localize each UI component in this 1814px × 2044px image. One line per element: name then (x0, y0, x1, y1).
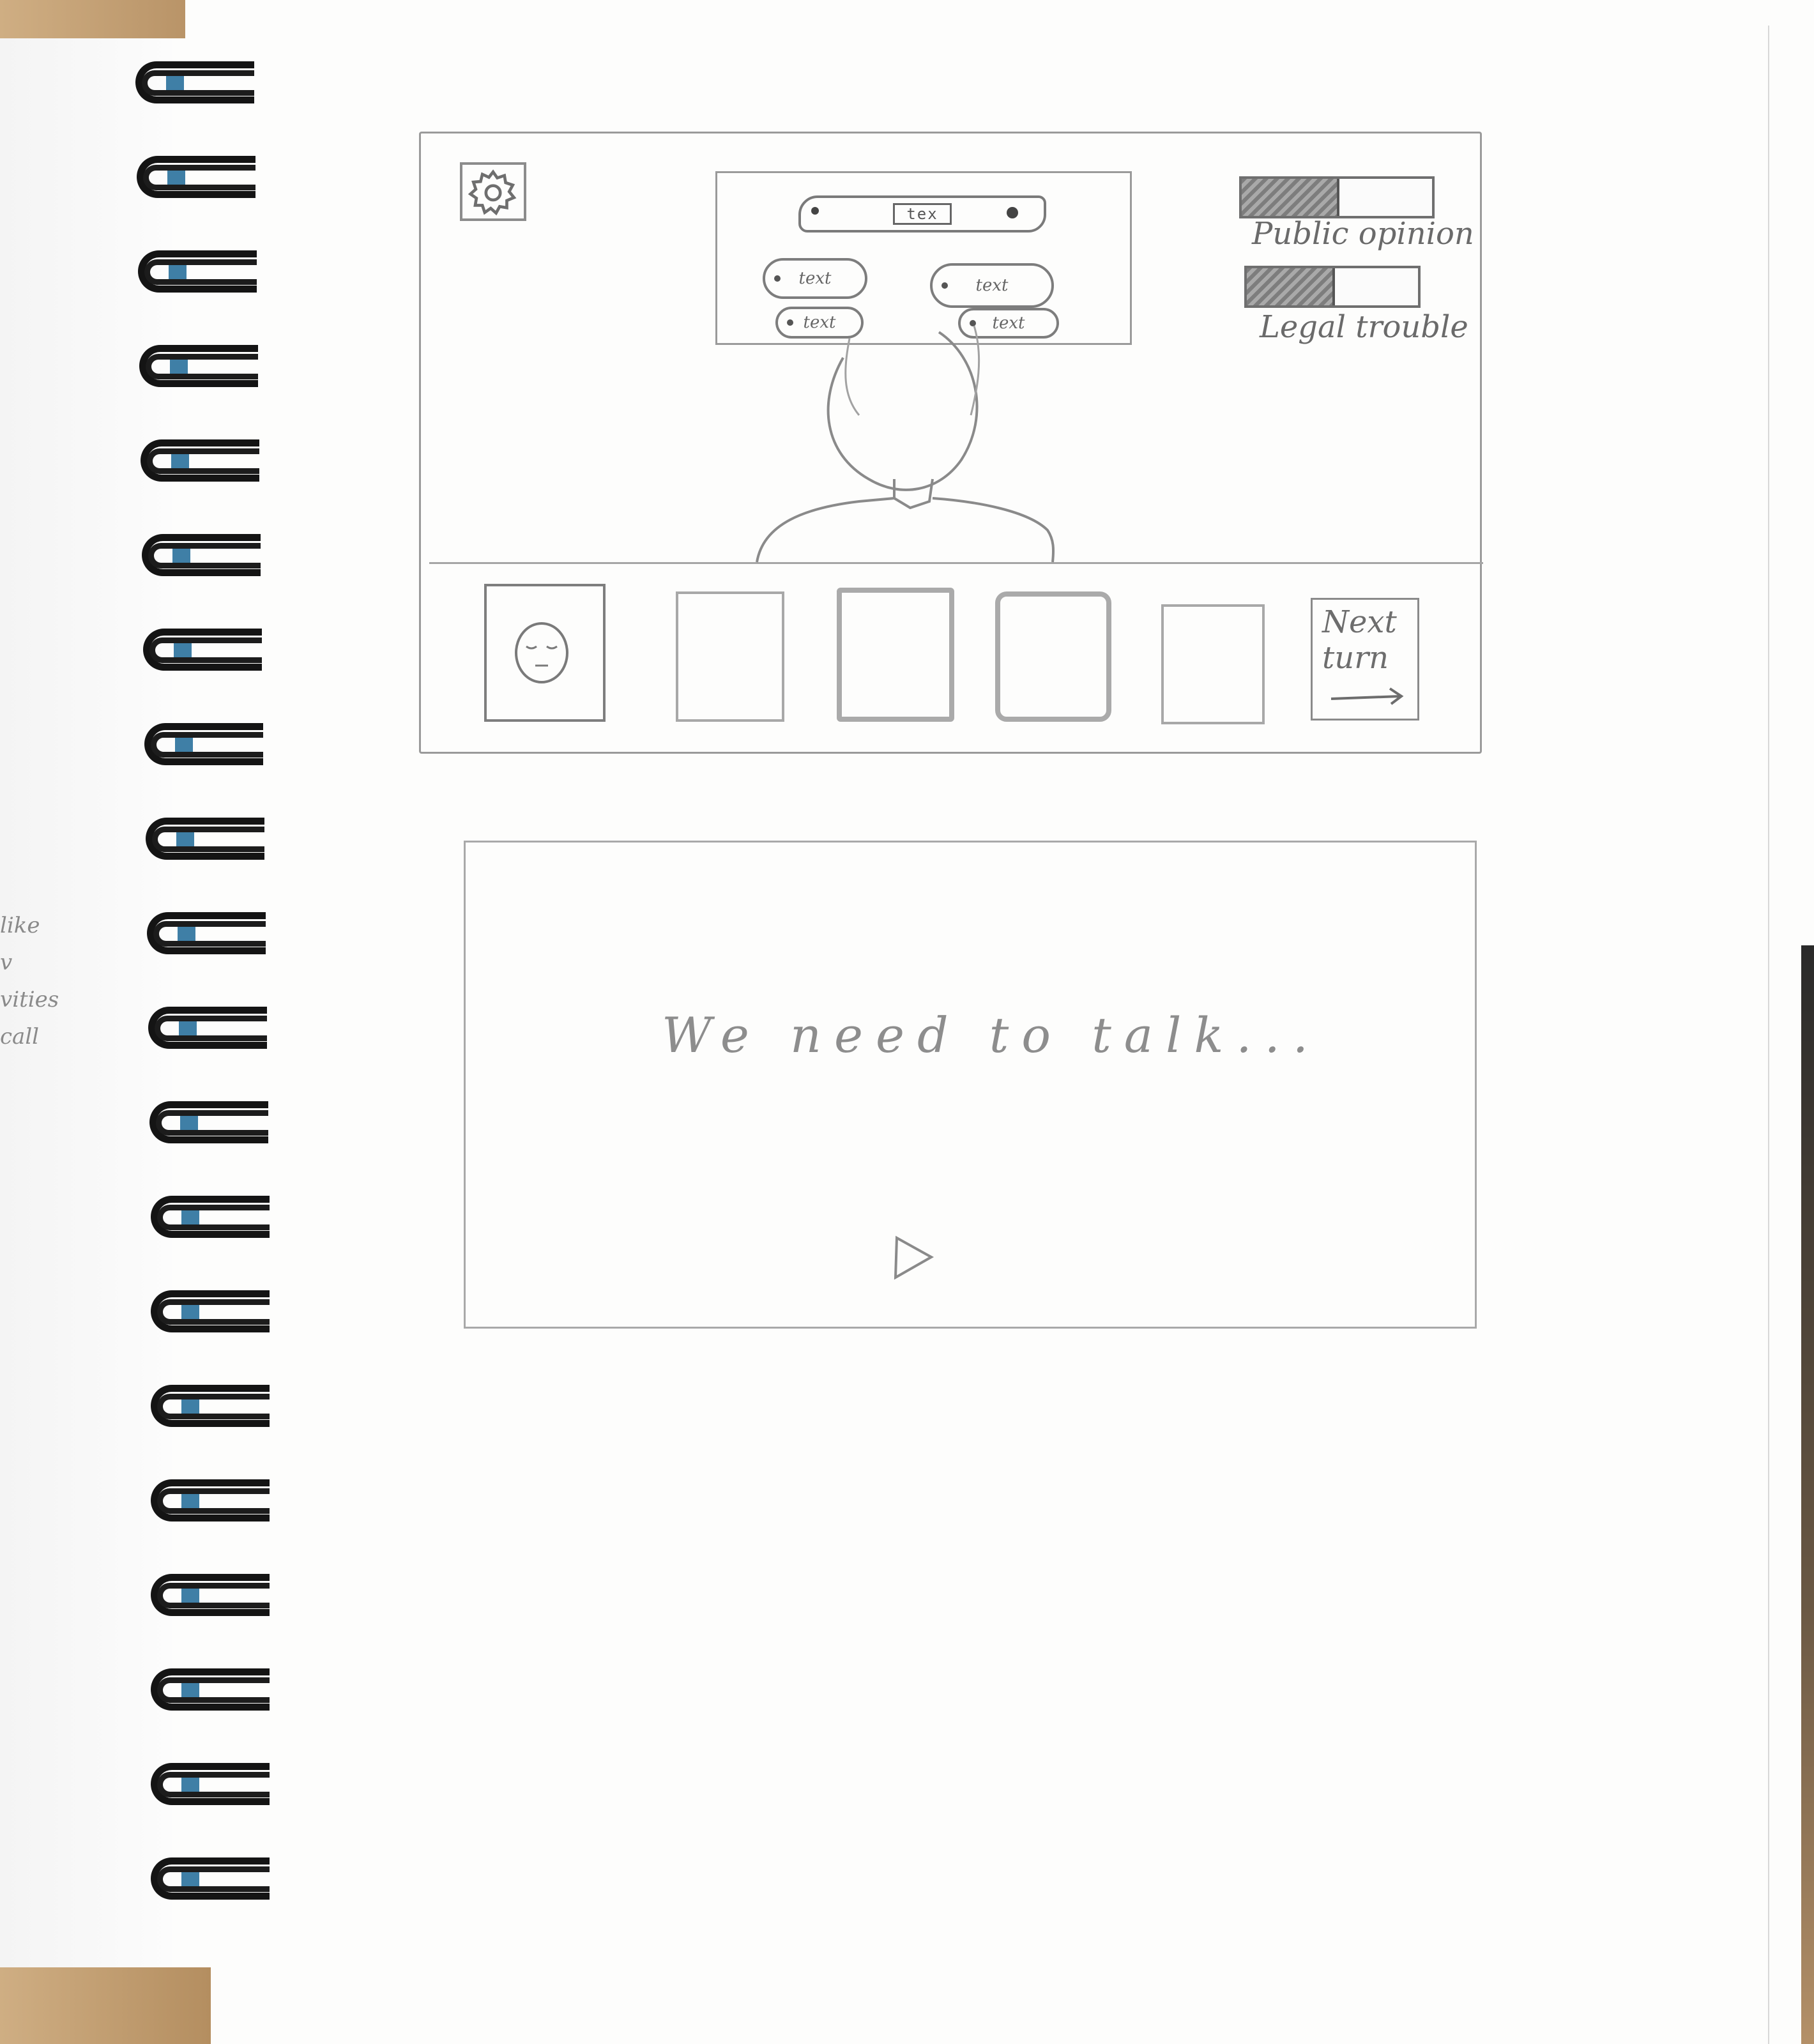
speech-dot (1007, 207, 1018, 218)
ring-coil (157, 1488, 270, 1514)
ring-coil (157, 1772, 270, 1797)
margin-note-line: v (0, 950, 13, 975)
desk-surface-right (1801, 945, 1814, 2044)
spiral-ring (141, 1003, 268, 1054)
spiral-ring (139, 908, 267, 959)
ring-coil (143, 165, 255, 190)
notebook-page-edge (1768, 26, 1769, 2044)
spiral-ring (143, 1570, 271, 1621)
notebook-spiral-binding (128, 57, 294, 1967)
legal-trouble-fill (1247, 268, 1335, 305)
public-opinion-label: Public opinion (1252, 216, 1474, 252)
spiral-ring (143, 1854, 271, 1905)
ring-coil (157, 1677, 270, 1703)
spiral-ring (130, 247, 258, 298)
legal-trouble-meter (1244, 266, 1421, 308)
desk-surface-bottom (0, 1967, 211, 2044)
ring-coil (155, 1016, 267, 1041)
spiral-ring (143, 1192, 271, 1243)
gear-icon (468, 169, 517, 216)
ring-coil (142, 70, 254, 96)
sleepy-face-icon (515, 622, 568, 683)
spiral-ring (143, 1665, 271, 1716)
spiral-ring (135, 625, 263, 676)
spiral-ring (138, 814, 266, 865)
ring-coil (153, 921, 266, 947)
next-turn-label: Next turn (1322, 604, 1397, 676)
spiral-ring (143, 1286, 271, 1338)
choice-label: text (798, 269, 832, 288)
ring-coil (157, 1205, 270, 1230)
margin-note-line: call (0, 1024, 40, 1049)
ring-coil (157, 1866, 270, 1892)
margin-note-line: vities (0, 987, 59, 1012)
card-slot[interactable] (837, 588, 954, 722)
ring-coil (144, 259, 257, 285)
speech-text: tex (893, 203, 952, 225)
spiral-ring (142, 1097, 270, 1148)
card-slot[interactable] (676, 591, 784, 722)
dialogue-line-text: We need to talk... (662, 1007, 1321, 1064)
dialogue-choice[interactable]: text (763, 258, 867, 299)
play-triangle-icon[interactable] (892, 1233, 936, 1281)
spiral-ring (129, 152, 257, 203)
spiral-ring (143, 1381, 271, 1432)
spiral-ring (133, 436, 261, 487)
spiral-ring (143, 1476, 271, 1527)
card-slot[interactable] (1161, 604, 1265, 724)
ring-coil (148, 543, 261, 568)
npc-character-sketch (756, 325, 1055, 563)
npc-speech-bubble: tex (798, 195, 1046, 233)
ring-coil (157, 1299, 270, 1325)
dialogue-choice[interactable]: text (930, 263, 1054, 308)
spiral-ring (128, 57, 255, 109)
ring-coil (149, 637, 262, 663)
dialogue-screen-mockup (464, 841, 1477, 1329)
legal-trouble-label: Legal trouble (1260, 309, 1468, 345)
public-opinion-meter (1239, 176, 1435, 218)
spiral-ring (134, 530, 262, 581)
spiral-ring (137, 719, 264, 770)
ring-coil (151, 732, 263, 758)
margin-note-line: like (0, 913, 40, 938)
desk-surface-top (0, 0, 185, 38)
public-opinion-fill (1242, 179, 1339, 216)
settings-button[interactable] (460, 162, 526, 221)
ring-coil (157, 1394, 270, 1419)
margin-note: like v vities call (0, 907, 59, 1055)
spiral-ring (143, 1759, 271, 1810)
ring-coil (147, 448, 259, 474)
choice-label: text (975, 276, 1009, 295)
arrow-right-icon (1330, 687, 1404, 705)
ring-coil (152, 827, 264, 852)
ring-coil (157, 1583, 270, 1608)
ring-coil (146, 354, 258, 379)
card-slot[interactable] (995, 591, 1111, 722)
spiral-ring (132, 341, 259, 392)
ring-coil (156, 1110, 268, 1136)
speech-dot (811, 207, 819, 215)
